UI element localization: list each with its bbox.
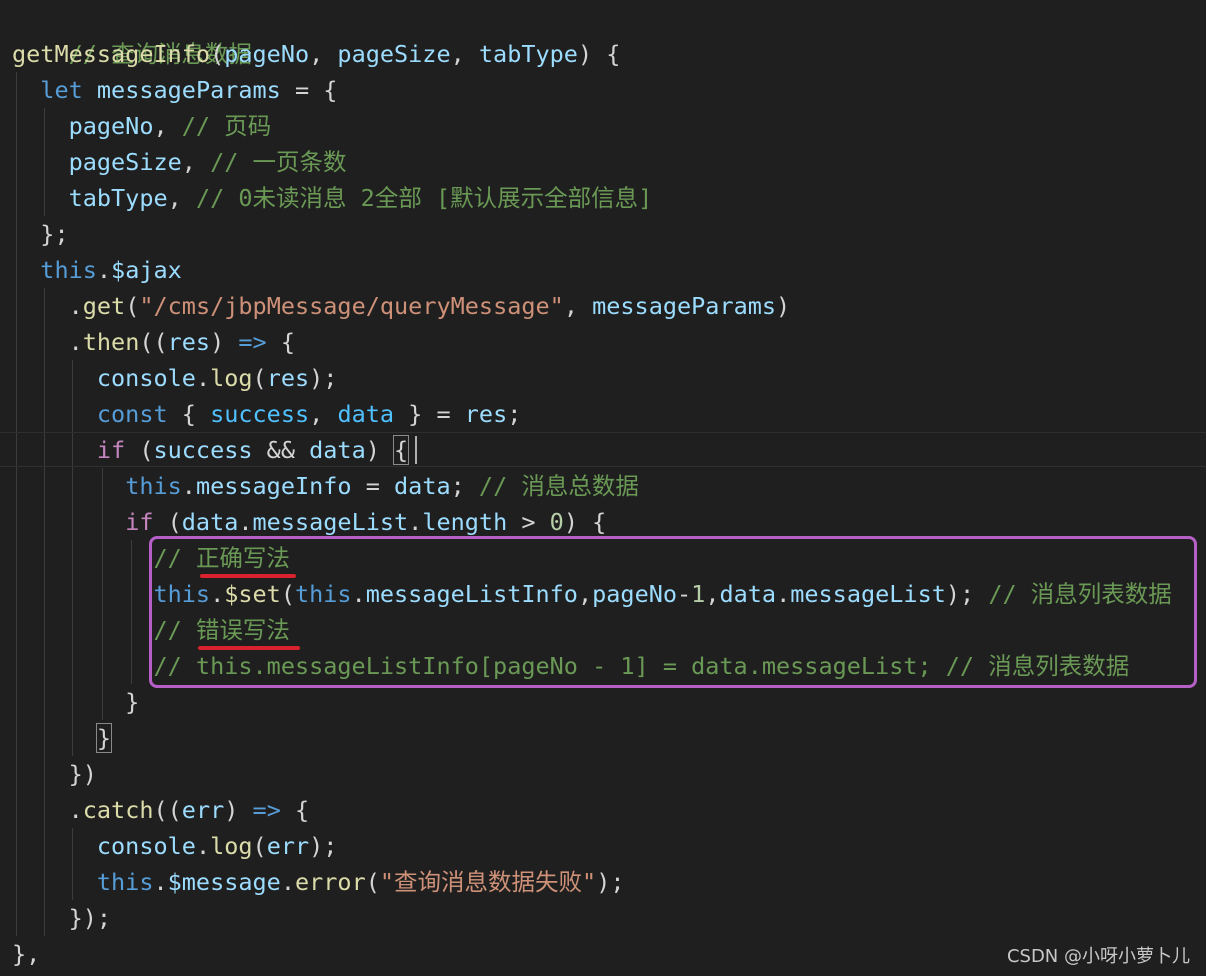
method: log xyxy=(210,364,253,392)
matched-brace: { xyxy=(393,435,410,465)
watermark: CSDN @小呀小萝卜儿 xyxy=(1006,946,1190,967)
variable: console xyxy=(96,832,196,860)
keyword: this xyxy=(125,472,182,500)
variable: data xyxy=(181,508,239,536)
comment: // 页码 xyxy=(181,112,272,140)
method: get xyxy=(82,292,126,320)
property: pageNo xyxy=(68,112,154,140)
keyword: let xyxy=(40,76,83,104)
code-line-12: const { success, data } = res; xyxy=(96,400,522,428)
code-line-20: } xyxy=(12,688,140,716)
variable: data xyxy=(309,436,366,464)
param: pageSize xyxy=(337,40,451,68)
keyword: const xyxy=(96,400,168,428)
keyword: this xyxy=(96,868,154,896)
code-line-26: }); xyxy=(12,904,112,932)
variable: res xyxy=(464,400,508,428)
variable: messageParams xyxy=(96,76,281,104)
code-line-21: } xyxy=(12,720,113,756)
code-line-1: // 查询消息数据 xyxy=(12,0,252,68)
highlight-box xyxy=(149,536,1197,688)
variable: data xyxy=(337,400,395,428)
arrow: => xyxy=(252,796,281,824)
arrow: => xyxy=(238,328,267,356)
code-line-2: getMessageInfo(pageNo, pageSize, tabType… xyxy=(12,40,621,68)
wrong-usage-underline xyxy=(198,646,300,650)
comment: // 0未读消息 2全部 [默认展示全部信息] xyxy=(195,184,653,212)
text-cursor xyxy=(415,436,417,464)
property: messageList xyxy=(252,508,409,536)
code-editor[interactable]: // 查询消息数据 getMessageInfo(pageNo, pageSiz… xyxy=(0,0,1206,976)
param: tabType xyxy=(478,40,578,68)
variable: res xyxy=(266,364,310,392)
variable: console xyxy=(96,364,196,392)
method: error xyxy=(294,868,366,896)
code-line-15: if (data.messageList.length > 0) { xyxy=(125,508,607,536)
function-name: getMessageInfo xyxy=(12,40,211,68)
code-line-7: }; xyxy=(12,220,69,248)
code-line-9: .get("/cms/jbpMessage/queryMessage", mes… xyxy=(68,292,791,320)
property: $message xyxy=(167,868,281,896)
param: pageNo xyxy=(224,40,310,68)
property: $ajax xyxy=(111,256,182,284)
property: pageSize xyxy=(68,148,182,176)
comment: // 消息总数据 xyxy=(478,472,639,500)
keyword: this xyxy=(40,256,97,284)
code-line-5: pageSize, // 一页条数 xyxy=(68,148,347,176)
param: err xyxy=(181,796,225,824)
code-line-25: this.$message.error("查询消息数据失败"); xyxy=(96,868,625,896)
code-line-23: .catch((err) => { xyxy=(68,796,310,824)
param: res xyxy=(167,328,211,356)
property: messageInfo xyxy=(195,472,352,500)
code-line-11: console.log(res); xyxy=(96,364,338,392)
keyword: if xyxy=(96,436,126,464)
method: catch xyxy=(82,796,154,824)
keyword: if xyxy=(125,508,154,536)
variable: messageParams xyxy=(592,292,777,320)
code-line-24: console.log(err); xyxy=(96,832,338,860)
code-line-4: pageNo, // 页码 xyxy=(68,112,272,140)
code-line-10: .then((res) => { xyxy=(68,328,295,356)
variable: err xyxy=(266,832,310,860)
string: "/cms/jbpMessage/queryMessage" xyxy=(139,292,564,320)
code-line-14: this.messageInfo = data; // 消息总数据 xyxy=(125,472,639,500)
string: "查询消息数据失败" xyxy=(379,868,597,896)
property: length xyxy=(422,508,508,536)
code-line-22: }) xyxy=(12,760,97,788)
method: log xyxy=(210,832,253,860)
number: 0 xyxy=(549,508,564,536)
code-line-13: if (success && data) { xyxy=(96,435,410,465)
variable: success xyxy=(153,436,253,464)
code-line-8: this.$ajax xyxy=(40,256,182,284)
variable: success xyxy=(210,400,310,428)
property: tabType xyxy=(68,184,168,212)
code-line-6: tabType, // 0未读消息 2全部 [默认展示全部信息] xyxy=(68,184,653,212)
comment: // 一页条数 xyxy=(210,148,347,176)
code-line-3: let messageParams = { xyxy=(40,76,338,104)
correct-usage-underline xyxy=(200,574,296,578)
matched-brace: } xyxy=(95,723,113,753)
variable: data xyxy=(394,472,451,500)
method: then xyxy=(82,328,140,356)
code-line-27: }, xyxy=(12,940,41,968)
